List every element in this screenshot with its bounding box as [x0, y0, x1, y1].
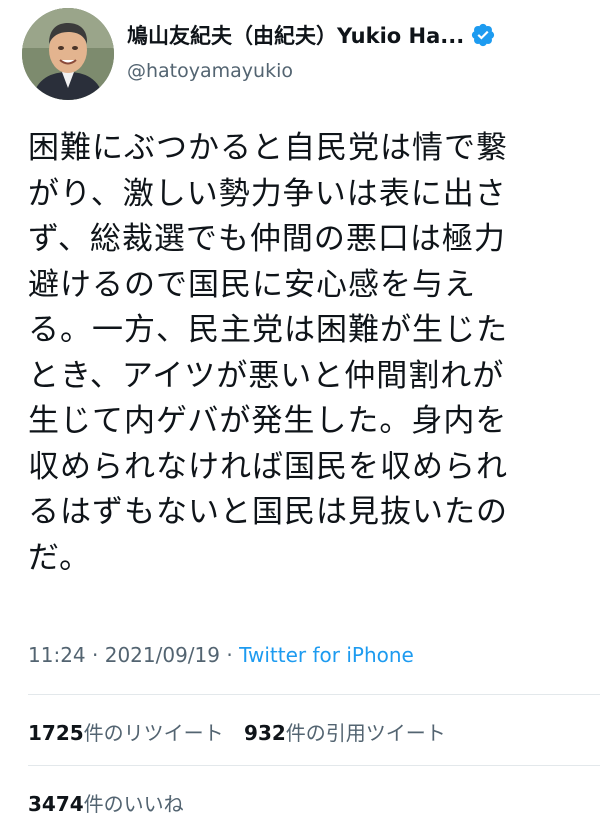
tweet-meta: 11:24 · 2021/09/19 · Twitter for iPhone: [28, 643, 414, 667]
tweet-date[interactable]: 2021/09/19: [105, 643, 220, 667]
meta-separator: ·: [85, 643, 105, 667]
stats-row-likes: 3474件のいいね: [28, 788, 198, 817]
name-row: 鳩山友紀夫（由紀夫）Yukio Ha...: [127, 20, 496, 50]
quotes-count: 932: [244, 721, 286, 745]
avatar[interactable]: [22, 8, 114, 100]
retweets-stat[interactable]: 1725件のリツイート: [28, 721, 224, 745]
verified-badge-icon: [470, 22, 496, 48]
user-handle[interactable]: @hatoyamayukio: [127, 60, 293, 82]
retweets-count: 1725: [28, 721, 84, 745]
likes-label: 件のいいね: [83, 792, 184, 816]
quotes-stat[interactable]: 932件の引用ツイート: [244, 721, 446, 745]
likes-stat[interactable]: 3474件のいいね: [28, 792, 184, 816]
tweet-text: 困難にぶつかると自民党は情で繋 がり、激しい勢力争いは表に出さ ず、総裁選でも仲…: [28, 130, 508, 576]
display-name[interactable]: 鳩山友紀夫（由紀夫）Yukio Ha...: [127, 20, 464, 50]
tweet-time[interactable]: 11:24: [28, 643, 86, 667]
divider: [28, 694, 600, 695]
meta-separator: ·: [220, 643, 240, 667]
stats-row-shares: 1725件のリツイート 932件の引用ツイート: [28, 717, 460, 746]
retweets-label: 件のリツイート: [83, 721, 224, 745]
divider: [28, 765, 600, 766]
tweet-header: 鳩山友紀夫（由紀夫）Yukio Ha... @hatoyamayukio: [22, 8, 582, 100]
avatar-photo-icon: [22, 8, 114, 100]
tweet-source-link[interactable]: Twitter for iPhone: [239, 643, 414, 667]
quotes-label: 件の引用ツイート: [285, 721, 446, 745]
likes-count: 3474: [28, 792, 84, 816]
